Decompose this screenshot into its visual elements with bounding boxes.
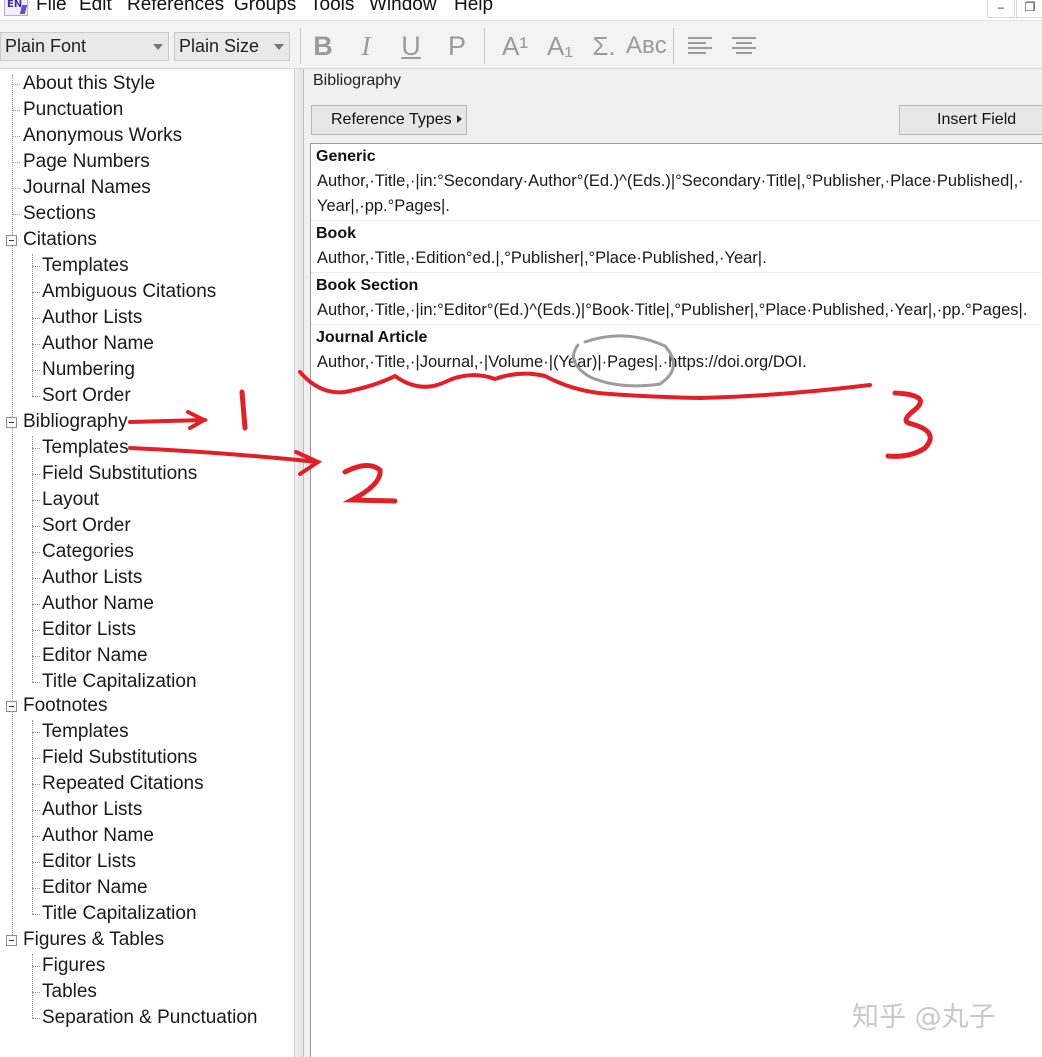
panel-title: Bibliography [313, 72, 402, 89]
bibliography-templates-pane: Bibliography Reference Types Insert Fiel… [304, 69, 1042, 1057]
tree-item-citations-author-lists[interactable]: Author Lists [42, 306, 142, 330]
toolbar-divider [300, 28, 301, 64]
font-select-value: Plain Font [5, 36, 87, 56]
tree-item-page-numbers[interactable]: Page Numbers [23, 150, 150, 174]
tree-item-footnotes-editor-lists[interactable]: Editor Lists [42, 850, 136, 874]
watermark: 知乎 @丸子 [852, 1002, 996, 1033]
toolbar-divider [484, 28, 485, 64]
tree-item-about-this-style[interactable]: About this Style [23, 72, 155, 96]
template-line[interactable]: Year|,·pp.°Pages|. [317, 197, 450, 216]
symbol-button[interactable]: Σ. [589, 31, 619, 61]
tree-item-citations-templates[interactable]: Templates [42, 254, 129, 278]
tree-item-bibliography-author-name[interactable]: Author Name [42, 592, 154, 616]
collapse-footnotes-toggle[interactable] [6, 701, 17, 712]
menu-tools[interactable]: Tools [310, 0, 354, 16]
align-center-icon[interactable] [732, 37, 756, 55]
template-line[interactable]: Author,·Title,·|in:°Editor°(Ed.)^(Eds.)|… [317, 301, 1027, 320]
template-line[interactable]: Author,·Title,·|Journal,·|Volume·|(Year)… [317, 353, 807, 372]
tree-item-footnotes-templates[interactable]: Templates [42, 720, 129, 744]
tree-item-footnotes-author-name[interactable]: Author Name [42, 824, 154, 848]
italic-button[interactable]: I [355, 31, 377, 61]
tree-item-numbering[interactable]: Numbering [42, 358, 135, 382]
align-left-icon[interactable] [688, 37, 712, 55]
tree-item-journal-names[interactable]: Journal Names [23, 176, 151, 200]
chevron-down-icon [274, 44, 284, 50]
template-heading-generic: Generic [316, 148, 376, 165]
collapse-figures-toggle[interactable] [6, 935, 17, 946]
tree-item-footnotes-editor-name[interactable]: Editor Name [42, 876, 148, 900]
restore-button[interactable]: ❐ [1016, 0, 1042, 18]
tree-item-bibliography-editor-name[interactable]: Editor Name [42, 644, 148, 668]
chevron-right-icon [456, 115, 462, 123]
tree-group-figures-tables[interactable]: Figures & Tables [23, 928, 164, 952]
template-editor[interactable]: Generic Author,·Title,·|in:°Secondary·Au… [310, 143, 1042, 1057]
tree-item-tables[interactable]: Tables [42, 980, 97, 1004]
reference-types-button[interactable]: Reference Types [311, 105, 467, 135]
menu-edit[interactable]: Edit [79, 0, 112, 16]
collapse-bibliography-toggle[interactable] [6, 417, 17, 428]
tree-group-citations[interactable]: Citations [23, 228, 97, 252]
style-sections-tree: About this Style Punctuation Anonymous W… [0, 69, 294, 1057]
tree-item-layout[interactable]: Layout [42, 488, 99, 512]
menu-help[interactable]: Help [454, 0, 493, 16]
template-line[interactable]: Author,·Title,·|in:°Secondary·Author°(Ed… [317, 172, 1024, 191]
plain-button[interactable]: P [444, 31, 470, 61]
insert-field-button[interactable]: Insert Field [899, 105, 1042, 135]
tree-item-sections[interactable]: Sections [23, 202, 96, 226]
tree-item-repeated-citations[interactable]: Repeated Citations [42, 772, 204, 796]
app-icon-label: EN [7, 0, 23, 10]
tree-item-citations-sort-order[interactable]: Sort Order [42, 384, 131, 408]
template-line[interactable]: Author,·Title,·Edition°ed.|,°Publisher|,… [317, 249, 767, 268]
tree-group-bibliography[interactable]: Bibliography [23, 410, 128, 434]
minimize-button[interactable]: – [987, 0, 1015, 18]
insert-field-label: Insert Field [937, 111, 1017, 128]
tree-item-bibliography-field-substitutions[interactable]: Field Substitutions [42, 462, 197, 486]
tree-item-footnotes-title-capitalization[interactable]: Title Capitalization [42, 902, 197, 926]
tree-item-punctuation[interactable]: Punctuation [23, 98, 123, 122]
tree-item-footnotes-field-substitutions[interactable]: Field Substitutions [42, 746, 197, 770]
tree-item-figures[interactable]: Figures [42, 954, 105, 978]
bold-button[interactable]: B [311, 31, 335, 61]
tree-item-bibliography-editor-lists[interactable]: Editor Lists [42, 618, 136, 642]
smallcaps-button[interactable]: Aʙc [626, 31, 667, 61]
format-toolbar: Plain Font Plain Size B I U P A¹ A₁ Σ. A… [0, 20, 1042, 69]
menu-window[interactable]: Window [369, 0, 437, 16]
menubar: EN File Edit References Groups Tools Win… [0, 0, 1042, 20]
tree-item-bibliography-sort-order[interactable]: Sort Order [42, 514, 131, 538]
reference-types-label: Reference Types [331, 111, 452, 128]
size-select[interactable]: Plain Size [174, 32, 290, 61]
tree-item-bibliography-title-capitalization[interactable]: Title Capitalization [42, 670, 197, 694]
menu-references[interactable]: References [127, 0, 224, 16]
tree-item-ambiguous-citations[interactable]: Ambiguous Citations [42, 280, 216, 304]
collapse-citations-toggle[interactable] [6, 235, 17, 246]
endnote-app-icon[interactable]: EN [4, 0, 28, 16]
menu-groups[interactable]: Groups [234, 0, 296, 16]
template-heading-book-section: Book Section [316, 277, 419, 294]
toolbar-divider [673, 28, 674, 64]
tree-item-separation-punctuation[interactable]: Separation & Punctuation [42, 1006, 258, 1030]
chevron-down-icon [153, 44, 163, 50]
superscript-button[interactable]: A¹ [498, 31, 532, 61]
subscript-button[interactable]: A₁ [543, 31, 577, 61]
size-select-value: Plain Size [179, 36, 260, 56]
tree-item-categories[interactable]: Categories [42, 540, 134, 564]
template-heading-book: Book [316, 225, 356, 242]
tree-item-anonymous-works[interactable]: Anonymous Works [23, 124, 182, 148]
menu-file[interactable]: File [36, 0, 67, 16]
font-select[interactable]: Plain Font [0, 32, 169, 61]
tree-item-citations-author-name[interactable]: Author Name [42, 332, 154, 356]
tree-item-footnotes-author-lists[interactable]: Author Lists [42, 798, 142, 822]
tree-item-bibliography-author-lists[interactable]: Author Lists [42, 566, 142, 590]
tree-group-footnotes[interactable]: Footnotes [23, 694, 108, 718]
tree-item-bibliography-templates[interactable]: Templates [42, 436, 129, 460]
template-heading-journal-article: Journal Article [316, 329, 428, 346]
underline-button[interactable]: U [398, 31, 424, 61]
